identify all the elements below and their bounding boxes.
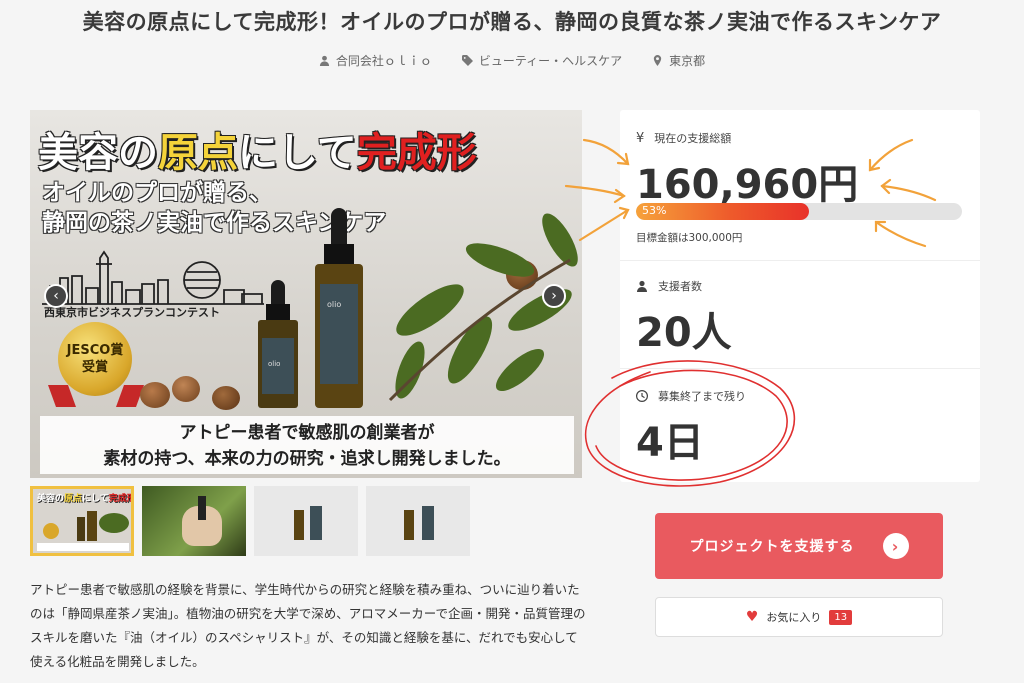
carousel-next-button[interactable]: › <box>542 284 566 308</box>
favorite-button[interactable]: ♥ お気に入り 13 <box>655 597 943 637</box>
product-bottle-large: olio <box>315 208 363 408</box>
thumb-headline-yellow: 原点 <box>64 494 83 504</box>
thumbnail-4[interactable] <box>366 486 470 556</box>
total-amount: 160,960円 <box>636 162 859 208</box>
company-name: 合同会社ｏｌｉｏ <box>335 54 432 68</box>
hero-subline-1: オイルのプロが贈る、 <box>42 179 272 206</box>
chevron-left-icon: ‹ <box>53 288 59 304</box>
headline-highlight-red: 完成形 <box>356 129 477 176</box>
hero-headline: 美容の原点にして完成形 <box>38 120 477 178</box>
meta-location[interactable]: 東京都 <box>652 52 705 69</box>
headline-part-2: にして <box>238 129 357 176</box>
thumbnail-1[interactable]: 美容の原点にして完成形 <box>30 486 134 556</box>
bottle-brand-large: olio <box>327 300 342 309</box>
hero-caption-1: アトピー患者で敏感肌の創業者が <box>179 423 435 443</box>
heart-icon: ♥ <box>745 609 759 625</box>
support-button-label: プロジェクトを支援する <box>689 539 855 555</box>
user-icon <box>319 55 329 66</box>
remaining-label: 募集終了まで残り <box>636 388 746 404</box>
bottle-brand-small: olio <box>268 360 281 368</box>
meta-category[interactable]: ビューティー・ヘルスケア <box>461 52 623 69</box>
thumb-headline-red: 完成形 <box>108 494 134 504</box>
project-meta: 合同会社ｏｌｉｏ ビューティー・ヘルスケア 東京都 <box>0 52 1024 69</box>
total-label: ¥ 現在の支援総額 <box>636 130 731 146</box>
thumb-headline-1: 美容の <box>37 494 65 504</box>
headline-part-1: 美容の <box>38 129 158 176</box>
award-medal: JESCO賞 受賞 <box>58 322 132 396</box>
goal-amount: 目標金額は300,000円 <box>636 232 743 244</box>
clock-icon <box>636 390 648 402</box>
remaining-label-text: 募集終了まで残り <box>658 390 746 403</box>
award-received: 受賞 <box>81 360 108 375</box>
project-description: アトピー患者で敏感肌の経験を背景に、学生時代からの研究と経験を積み重ね、ついに辿… <box>30 582 586 669</box>
favorite-label: お気に入り <box>766 611 822 624</box>
location-name: 東京都 <box>669 54 706 68</box>
thumb-headline-2: にして <box>82 494 109 504</box>
funding-stats-card: ¥ 現在の支援総額 160,960円 53% 目標金額は300,000円 支援者… <box>620 110 980 482</box>
contest-label: 西東京市ビジネスプランコンテスト <box>44 306 220 319</box>
divider <box>620 260 980 261</box>
tag-icon <box>461 55 473 66</box>
category-name: ビューティー・ヘルスケア <box>478 54 623 68</box>
headline-highlight-yellow: 原点 <box>158 129 238 176</box>
skyline-illustration <box>42 250 264 305</box>
thumbnail-strip: 美容の原点にして完成形 <box>30 486 470 556</box>
hero-image[interactable]: 美容の原点にして完成形 オイルのプロが贈る、 静岡の茶ノ実油で作るスキンケア 西… <box>30 110 582 478</box>
days-remaining: 4日 <box>636 420 704 466</box>
favorite-count-badge: 13 <box>829 609 853 625</box>
location-pin-icon <box>653 55 662 66</box>
meta-company[interactable]: 合同会社ｏｌｉｏ <box>319 52 432 69</box>
carousel-prev-button[interactable]: ‹ <box>44 284 68 308</box>
thumbnail-2[interactable] <box>142 486 246 556</box>
total-label-text: 現在の支援総額 <box>654 132 732 145</box>
chevron-right-icon: › <box>551 288 557 304</box>
tea-seed <box>140 382 170 408</box>
progress-percent: 53% <box>642 204 667 217</box>
product-bottle-small: olio <box>258 280 298 408</box>
support-project-button[interactable]: プロジェクトを支援する › <box>655 513 943 579</box>
page-title: 美容の原点にして完成形！オイルのプロが贈る、静岡の良質な茶ノ実油で作るスキンケア <box>82 10 942 34</box>
yen-icon: ¥ <box>636 130 645 146</box>
hero-caption-band: アトピー患者で敏感肌の創業者が 素材の持つ、本来の力の研究・追求し開発しました。 <box>40 416 574 474</box>
tea-seed <box>172 376 200 402</box>
user-icon <box>637 280 647 292</box>
thumbnail-3[interactable] <box>254 486 358 556</box>
arrow-right-icon: › <box>882 533 909 559</box>
hero-caption-2: 素材の持つ、本来の力の研究・追求し開発しました。 <box>103 449 511 469</box>
divider <box>620 368 980 369</box>
award-name: JESCO賞 <box>66 343 124 358</box>
backers-label-text: 支援者数 <box>658 280 702 293</box>
backers-label: 支援者数 <box>636 278 702 294</box>
backers-count: 20人 <box>636 310 732 356</box>
funding-progress-bar: 53% <box>636 203 962 220</box>
tea-seed <box>212 386 240 410</box>
